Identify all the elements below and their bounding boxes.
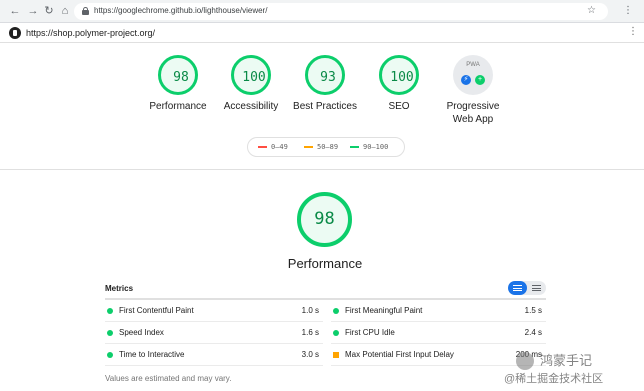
toggle-summary-option[interactable]	[508, 281, 527, 295]
metric-value: 1.0 s	[301, 306, 319, 315]
score-legend: 0–49 50–89 90–100	[247, 137, 405, 157]
pwa-label-line1: Progressive	[446, 101, 500, 112]
pwa-label-line2: Web App	[452, 114, 494, 125]
gauge-score: 100	[242, 70, 266, 85]
metrics-footnote: Values are estimated and may vary.	[105, 374, 232, 383]
average-indicator-icon	[333, 352, 339, 358]
legend-pass-swatch	[350, 146, 359, 148]
watermark: 鸿蒙手记 @稀土掘金技术社区	[500, 348, 640, 386]
address-bar[interactable]: https://googlechrome.github.io/lighthous…	[74, 3, 608, 20]
performance-score: 98	[314, 209, 335, 229]
audited-url[interactable]: https://shop.polymer-project.org/	[26, 28, 155, 38]
lightning-icon: ⚡	[461, 75, 471, 85]
metric-name: First Contentful Paint	[119, 306, 194, 315]
reload-icon[interactable]: ↻	[42, 4, 56, 18]
gauge-ring: 93	[305, 55, 345, 95]
metric-name: Speed Index	[119, 328, 164, 337]
gauge-label: Accessibility	[223, 101, 279, 112]
browser-toolbar: ← → ↻ ⌂ https://googlechrome.github.io/l…	[0, 0, 644, 23]
performance-title: Performance	[287, 256, 363, 271]
pass-indicator-icon	[333, 308, 339, 314]
watermark-line2: @稀土掘金技术社区	[504, 373, 604, 385]
back-arrow-icon[interactable]: ←	[8, 4, 22, 18]
legend-range: 90–100	[363, 143, 389, 151]
pwa-badge-text: PWA	[466, 62, 480, 68]
legend-item-average: 50–89	[304, 143, 338, 151]
metric-value: 1.6 s	[301, 328, 319, 337]
metric-value: 2.4 s	[524, 328, 542, 337]
legend-item-fail: 0–49	[258, 143, 288, 151]
gauge-ring: 100	[379, 55, 419, 95]
more-options-icon[interactable]: ⋮	[628, 26, 638, 37]
metric-name: First Meaningful Paint	[345, 306, 423, 315]
pass-indicator-icon	[107, 308, 113, 314]
legend-fail-swatch	[258, 146, 267, 148]
metrics-view-toggle[interactable]	[508, 281, 546, 295]
gauge-ring: 100	[231, 55, 271, 95]
pwa-badge[interactable]: PWA ⚡ +	[453, 55, 493, 95]
plus-icon: +	[475, 75, 485, 85]
pass-indicator-icon	[107, 330, 113, 336]
gauge-ring: 98	[158, 55, 198, 95]
metric-name: Max Potential First Input Delay	[345, 350, 454, 359]
bookmark-star-icon[interactable]: ☆	[587, 5, 596, 16]
report-topbar: https://shop.polymer-project.org/ ⋮	[0, 24, 644, 43]
browser-menu-icon[interactable]: ⋮	[622, 4, 634, 18]
pass-indicator-icon	[107, 352, 113, 358]
legend-item-pass: 90–100	[350, 143, 388, 151]
metric-row: First Meaningful Paint 1.5 s	[331, 300, 546, 322]
forward-arrow-icon[interactable]: →	[26, 4, 40, 18]
watermark-logo-icon	[516, 352, 534, 370]
gauge-score: 100	[390, 70, 414, 85]
metric-row: First Contentful Paint 1.0 s	[105, 300, 323, 322]
metric-row: Speed Index 1.6 s	[105, 322, 323, 344]
gauge-score: 93	[320, 70, 336, 85]
legend-average-swatch	[304, 146, 313, 148]
gauge-label: Performance	[149, 101, 207, 112]
metric-row: Time to Interactive 3.0 s	[105, 344, 323, 366]
metric-row: First CPU Idle 2.4 s	[331, 322, 546, 344]
pass-indicator-icon	[333, 330, 339, 336]
metric-name: First CPU Idle	[345, 328, 395, 337]
home-icon[interactable]: ⌂	[58, 4, 72, 18]
watermark-line1: 鸿蒙手记	[540, 353, 593, 368]
legend-range: 0–49	[271, 143, 288, 151]
lighthouse-logo-icon	[9, 27, 21, 39]
metric-value: 3.0 s	[301, 350, 319, 359]
metric-name: Time to Interactive	[119, 350, 185, 359]
list-icon	[513, 285, 522, 291]
metrics-heading: Metrics	[105, 284, 134, 293]
gauge-label: SEO	[388, 101, 410, 112]
address-bar-url: https://googlechrome.github.io/lighthous…	[94, 6, 268, 15]
section-divider	[0, 169, 644, 170]
lock-icon	[82, 7, 89, 15]
gauge-label: Best Practices	[293, 101, 357, 112]
metric-value: 1.5 s	[524, 306, 542, 315]
performance-gauge: 98	[297, 192, 352, 247]
gauge-score: 98	[173, 70, 189, 85]
expanded-list-icon[interactable]	[532, 285, 541, 291]
legend-range: 50–89	[317, 143, 339, 151]
